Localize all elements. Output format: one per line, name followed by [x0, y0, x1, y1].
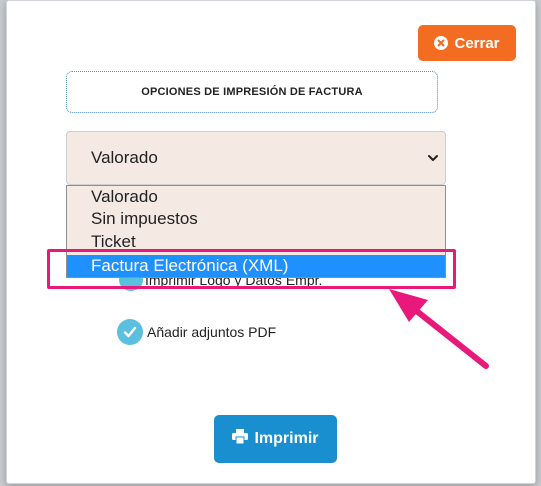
- printer-icon: [232, 429, 249, 449]
- format-option-valorado[interactable]: Valorado: [67, 186, 445, 208]
- format-option-sin-impuestos[interactable]: Sin impuestos: [67, 208, 445, 230]
- section-title: OPCIONES DE IMPRESIÓN DE FACTURA: [66, 71, 438, 113]
- attachments-checkbox-row[interactable]: Añadir adjuntos PDF: [117, 319, 276, 345]
- times-circle-icon: [434, 36, 449, 50]
- attachments-label: Añadir adjuntos PDF: [147, 324, 277, 340]
- close-button[interactable]: Cerrar: [418, 25, 516, 61]
- check-icon[interactable]: [117, 319, 143, 345]
- print-button-label: Imprimir: [254, 430, 319, 447]
- format-select[interactable]: Valorado: [66, 131, 446, 185]
- chevron-down-icon: [428, 155, 438, 161]
- print-options-modal: Cerrar OPCIONES DE IMPRESIÓN DE FACTURA …: [6, 0, 536, 484]
- format-select-value: Valorado: [91, 148, 158, 167]
- close-button-label: Cerrar: [454, 34, 500, 52]
- print-button[interactable]: Imprimir: [214, 415, 337, 463]
- annotation-highlight-box: [47, 249, 456, 289]
